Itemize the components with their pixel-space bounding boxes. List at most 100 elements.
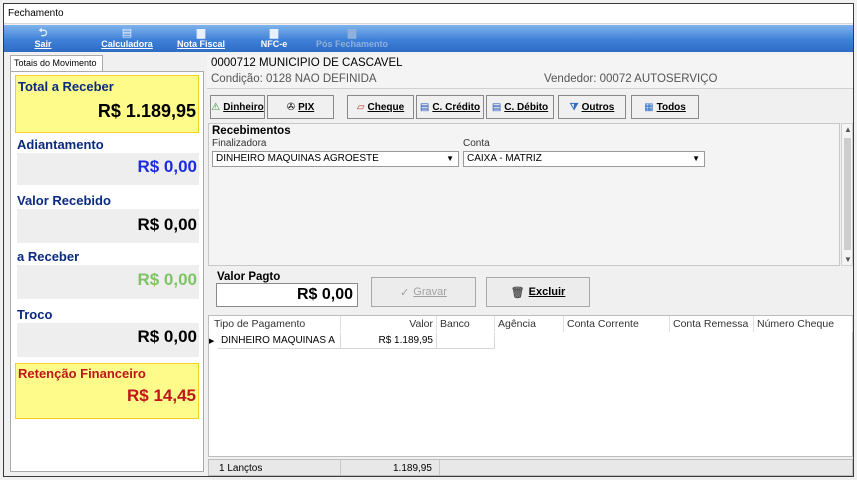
conta-select[interactable]: CAIXA - MATRIZ ▼ (463, 151, 705, 167)
money-icon: ⚠ (211, 101, 221, 113)
col-numero-cheque[interactable]: Número Cheque (754, 316, 853, 332)
total-receber-label: Total a Receber (18, 79, 114, 94)
dinheiro-button[interactable]: ⚠ Dinheiro (210, 95, 265, 119)
dropdown-arrow-icon: ▼ (446, 154, 454, 163)
totals-panel: Total a Receber R$ 1.189,95 Adiantamento… (10, 71, 204, 472)
funnel-icon: ⧩ (569, 101, 579, 113)
calculadora-button[interactable]: ▤ Calculadora (94, 27, 160, 51)
adiantamento-card: Adiantamento R$ 0,00 (15, 135, 199, 189)
calculadora-label: Calculadora (101, 39, 153, 49)
retencao-card: Retenção Financeiro R$ 14,45 (15, 363, 199, 419)
list-icon: ▦ (644, 101, 654, 113)
conta-label: Conta (463, 138, 490, 149)
recebimentos-scrollbar[interactable]: ▲ ▼ (841, 123, 853, 266)
trash-icon: 🗑 (510, 286, 525, 299)
retencao-label: Retenção Financeiro (18, 366, 146, 381)
document-icon: ▆ (347, 27, 357, 39)
calculator-icon: ▤ (121, 27, 133, 39)
printer-icon: ▆ (269, 27, 279, 39)
table-row-tipo[interactable]: DINHEIRO MAQUINAS A (218, 333, 341, 349)
excluir-label: Excluir (528, 286, 566, 298)
col-conta-corrente[interactable]: Conta Corrente (564, 316, 670, 332)
a-receber-value: R$ 0,00 (137, 270, 197, 289)
valor-pagto-input[interactable]: R$ 0,00 (216, 283, 358, 307)
cheque-icon: ▱ (356, 101, 365, 113)
col-banco[interactable]: Banco (437, 316, 495, 332)
scroll-down-icon[interactable]: ▼ (844, 255, 852, 264)
valor-recebido-label: Valor Recebido (17, 193, 111, 208)
window-title: Fechamento (8, 8, 64, 19)
recebimentos-title: Recebimentos (212, 125, 291, 137)
credito-label: C. Crédito (432, 101, 481, 113)
launch-count: 1 Lançtos (219, 463, 263, 474)
credito-button[interactable]: ▤ C. Crédito (416, 95, 484, 119)
pos-fechamento-button[interactable]: ▆ Pós Fechamento (314, 27, 390, 51)
nota-fiscal-button[interactable]: ▆ Nota Fiscal (172, 27, 230, 51)
printer-icon: ▆ (196, 27, 206, 39)
outros-button[interactable]: ⧩ Outros (558, 95, 626, 119)
total-receber-card: Total a Receber R$ 1.189,95 (15, 75, 199, 133)
scroll-thumb[interactable] (844, 138, 851, 250)
finalizadora-label: Finalizadora (212, 138, 267, 149)
gravar-label: Gravar (413, 286, 447, 298)
credit-card-icon: ▤ (419, 101, 430, 113)
pix-icon: ✇ (286, 101, 296, 113)
todos-label: Todos (656, 101, 686, 113)
toolbar: ⮌ Sair ▤ Calculadora ▆ Nota Fiscal ▆ NFC… (4, 25, 853, 52)
retencao-value: R$ 14,45 (127, 386, 196, 405)
footer-total: 1.189,95 (393, 463, 432, 474)
outros-label: Outros (581, 101, 615, 113)
valor-recebido-value: R$ 0,00 (137, 215, 197, 234)
valor-pagto-label: Valor Pagto (217, 271, 281, 283)
excluir-button[interactable]: 🗑 Excluir (486, 277, 590, 307)
nfce-label: NFC-e (260, 39, 288, 49)
status-footer: 1 Lançtos 1.189,95 (208, 459, 853, 476)
troco-card: Troco R$ 0,00 (15, 305, 199, 361)
troco-value: R$ 0,00 (137, 327, 197, 346)
title-bar: Fechamento (4, 4, 853, 24)
vendedor-text: Vendedor: 00072 AUTOSERVIÇO (544, 73, 718, 85)
troco-label: Troco (17, 307, 53, 322)
nota-fiscal-label: Nota Fiscal (176, 39, 225, 49)
debito-button[interactable]: ▤ C. Débito (486, 95, 554, 119)
table-row-banco[interactable] (437, 333, 495, 349)
pix-label: PIX (298, 101, 315, 113)
recebimentos-panel: Recebimentos Finalizadora DINHEIRO MAQUI… (208, 123, 840, 266)
payments-grid: Tipo de Pagamento Valor Banco Agência Co… (208, 315, 853, 457)
debit-card-icon: ▤ (491, 101, 502, 113)
sair-label: Sair (34, 39, 52, 49)
adiantamento-label: Adiantamento (17, 137, 104, 152)
cheque-button[interactable]: ▱ Cheque (347, 95, 414, 119)
todos-button[interactable]: ▦ Todos (631, 95, 699, 119)
debito-label: C. Débito (504, 101, 549, 113)
fechamento-window: Fechamento ⮌ Sair ▤ Calculadora ▆ Nota F… (3, 3, 854, 477)
valor-recebido-card: Valor Recebido R$ 0,00 (15, 191, 199, 247)
cheque-label: Cheque (367, 101, 405, 113)
gravar-button[interactable]: ✓ Gravar (371, 277, 476, 307)
sair-button[interactable]: ⮌ Sair (26, 27, 60, 51)
exit-arrow-icon: ⮌ (38, 27, 48, 39)
row-pointer-icon: ▶ (209, 338, 215, 345)
tab-totais-movimento[interactable]: Totais do Movimento (10, 55, 103, 71)
col-valor[interactable]: Valor (341, 316, 437, 332)
col-tipo-pagamento[interactable]: Tipo de Pagamento (211, 316, 341, 332)
tab-label: Totais do Movimento (14, 58, 97, 68)
finalizadora-value: DINHEIRO MAQUINAS AGROESTE (216, 153, 379, 164)
a-receber-label: a Receber (17, 249, 80, 264)
nfce-button[interactable]: ▆ NFC-e (256, 27, 292, 51)
conta-value: CAIXA - MATRIZ (467, 153, 542, 164)
col-agencia[interactable]: Agência (495, 316, 564, 332)
main-area: 0000712 MUNICIPIO DE CASCAVEL Condição: … (207, 55, 853, 476)
dinheiro-label: Dinheiro (223, 101, 264, 113)
pix-button[interactable]: ✇ PIX (267, 95, 334, 119)
total-receber-value: R$ 1.189,95 (97, 101, 196, 121)
finalizadora-select[interactable]: DINHEIRO MAQUINAS AGROESTE ▼ (212, 151, 459, 167)
check-icon: ✓ (400, 286, 410, 299)
table-row-valor[interactable]: R$ 1.189,95 (341, 333, 437, 349)
valor-pagto-value: R$ 0,00 (296, 286, 353, 303)
adiantamento-value: R$ 0,00 (137, 157, 197, 176)
col-conta-remessa[interactable]: Conta Remessa (670, 316, 754, 332)
dropdown-arrow-icon: ▼ (692, 154, 700, 163)
scroll-up-icon[interactable]: ▲ (844, 125, 852, 134)
cliente-text: 0000712 MUNICIPIO DE CASCAVEL (211, 57, 403, 69)
